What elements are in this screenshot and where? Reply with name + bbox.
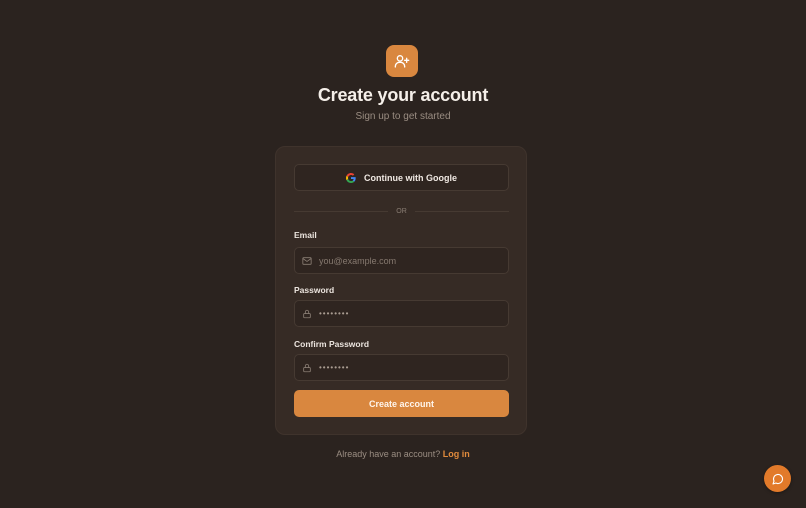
confirm-password-field[interactable] — [294, 354, 509, 381]
confirm-password-label: Confirm Password — [294, 339, 370, 349]
google-button-label: Continue with Google — [364, 172, 457, 183]
lock-icon — [302, 309, 312, 319]
divider-text: OR — [396, 207, 407, 215]
or-divider: OR — [294, 206, 509, 216]
mail-icon — [302, 256, 312, 266]
continue-with-google-button[interactable]: Continue with Google — [294, 164, 509, 191]
login-link[interactable]: Log in — [443, 449, 470, 459]
signup-card: Continue with Google OR Email Password — [275, 146, 527, 435]
email-input[interactable] — [319, 255, 499, 266]
google-icon — [346, 172, 356, 183]
login-prompt-text: Already have an account? — [336, 449, 441, 459]
divider-line-left — [294, 210, 389, 212]
signup-page: Create your account Sign up to get start… — [0, 0, 806, 508]
confirm-password-input[interactable] — [319, 363, 499, 372]
password-field[interactable] — [294, 300, 509, 327]
chat-button[interactable] — [764, 465, 791, 492]
chat-bubble-icon — [771, 473, 784, 485]
password-label: Password — [294, 285, 335, 295]
email-field[interactable] — [294, 247, 509, 274]
email-label: Email — [294, 230, 317, 240]
create-account-button[interactable]: Create account — [294, 390, 509, 417]
user-plus-icon — [386, 45, 418, 77]
password-input[interactable] — [319, 309, 499, 318]
page-title: Create your account — [317, 85, 489, 105]
lock-icon — [302, 363, 312, 373]
login-prompt: Already have an account? Log in — [0, 449, 806, 459]
page-subtitle: Sign up to get started — [355, 111, 451, 122]
divider-line-right — [414, 210, 509, 212]
